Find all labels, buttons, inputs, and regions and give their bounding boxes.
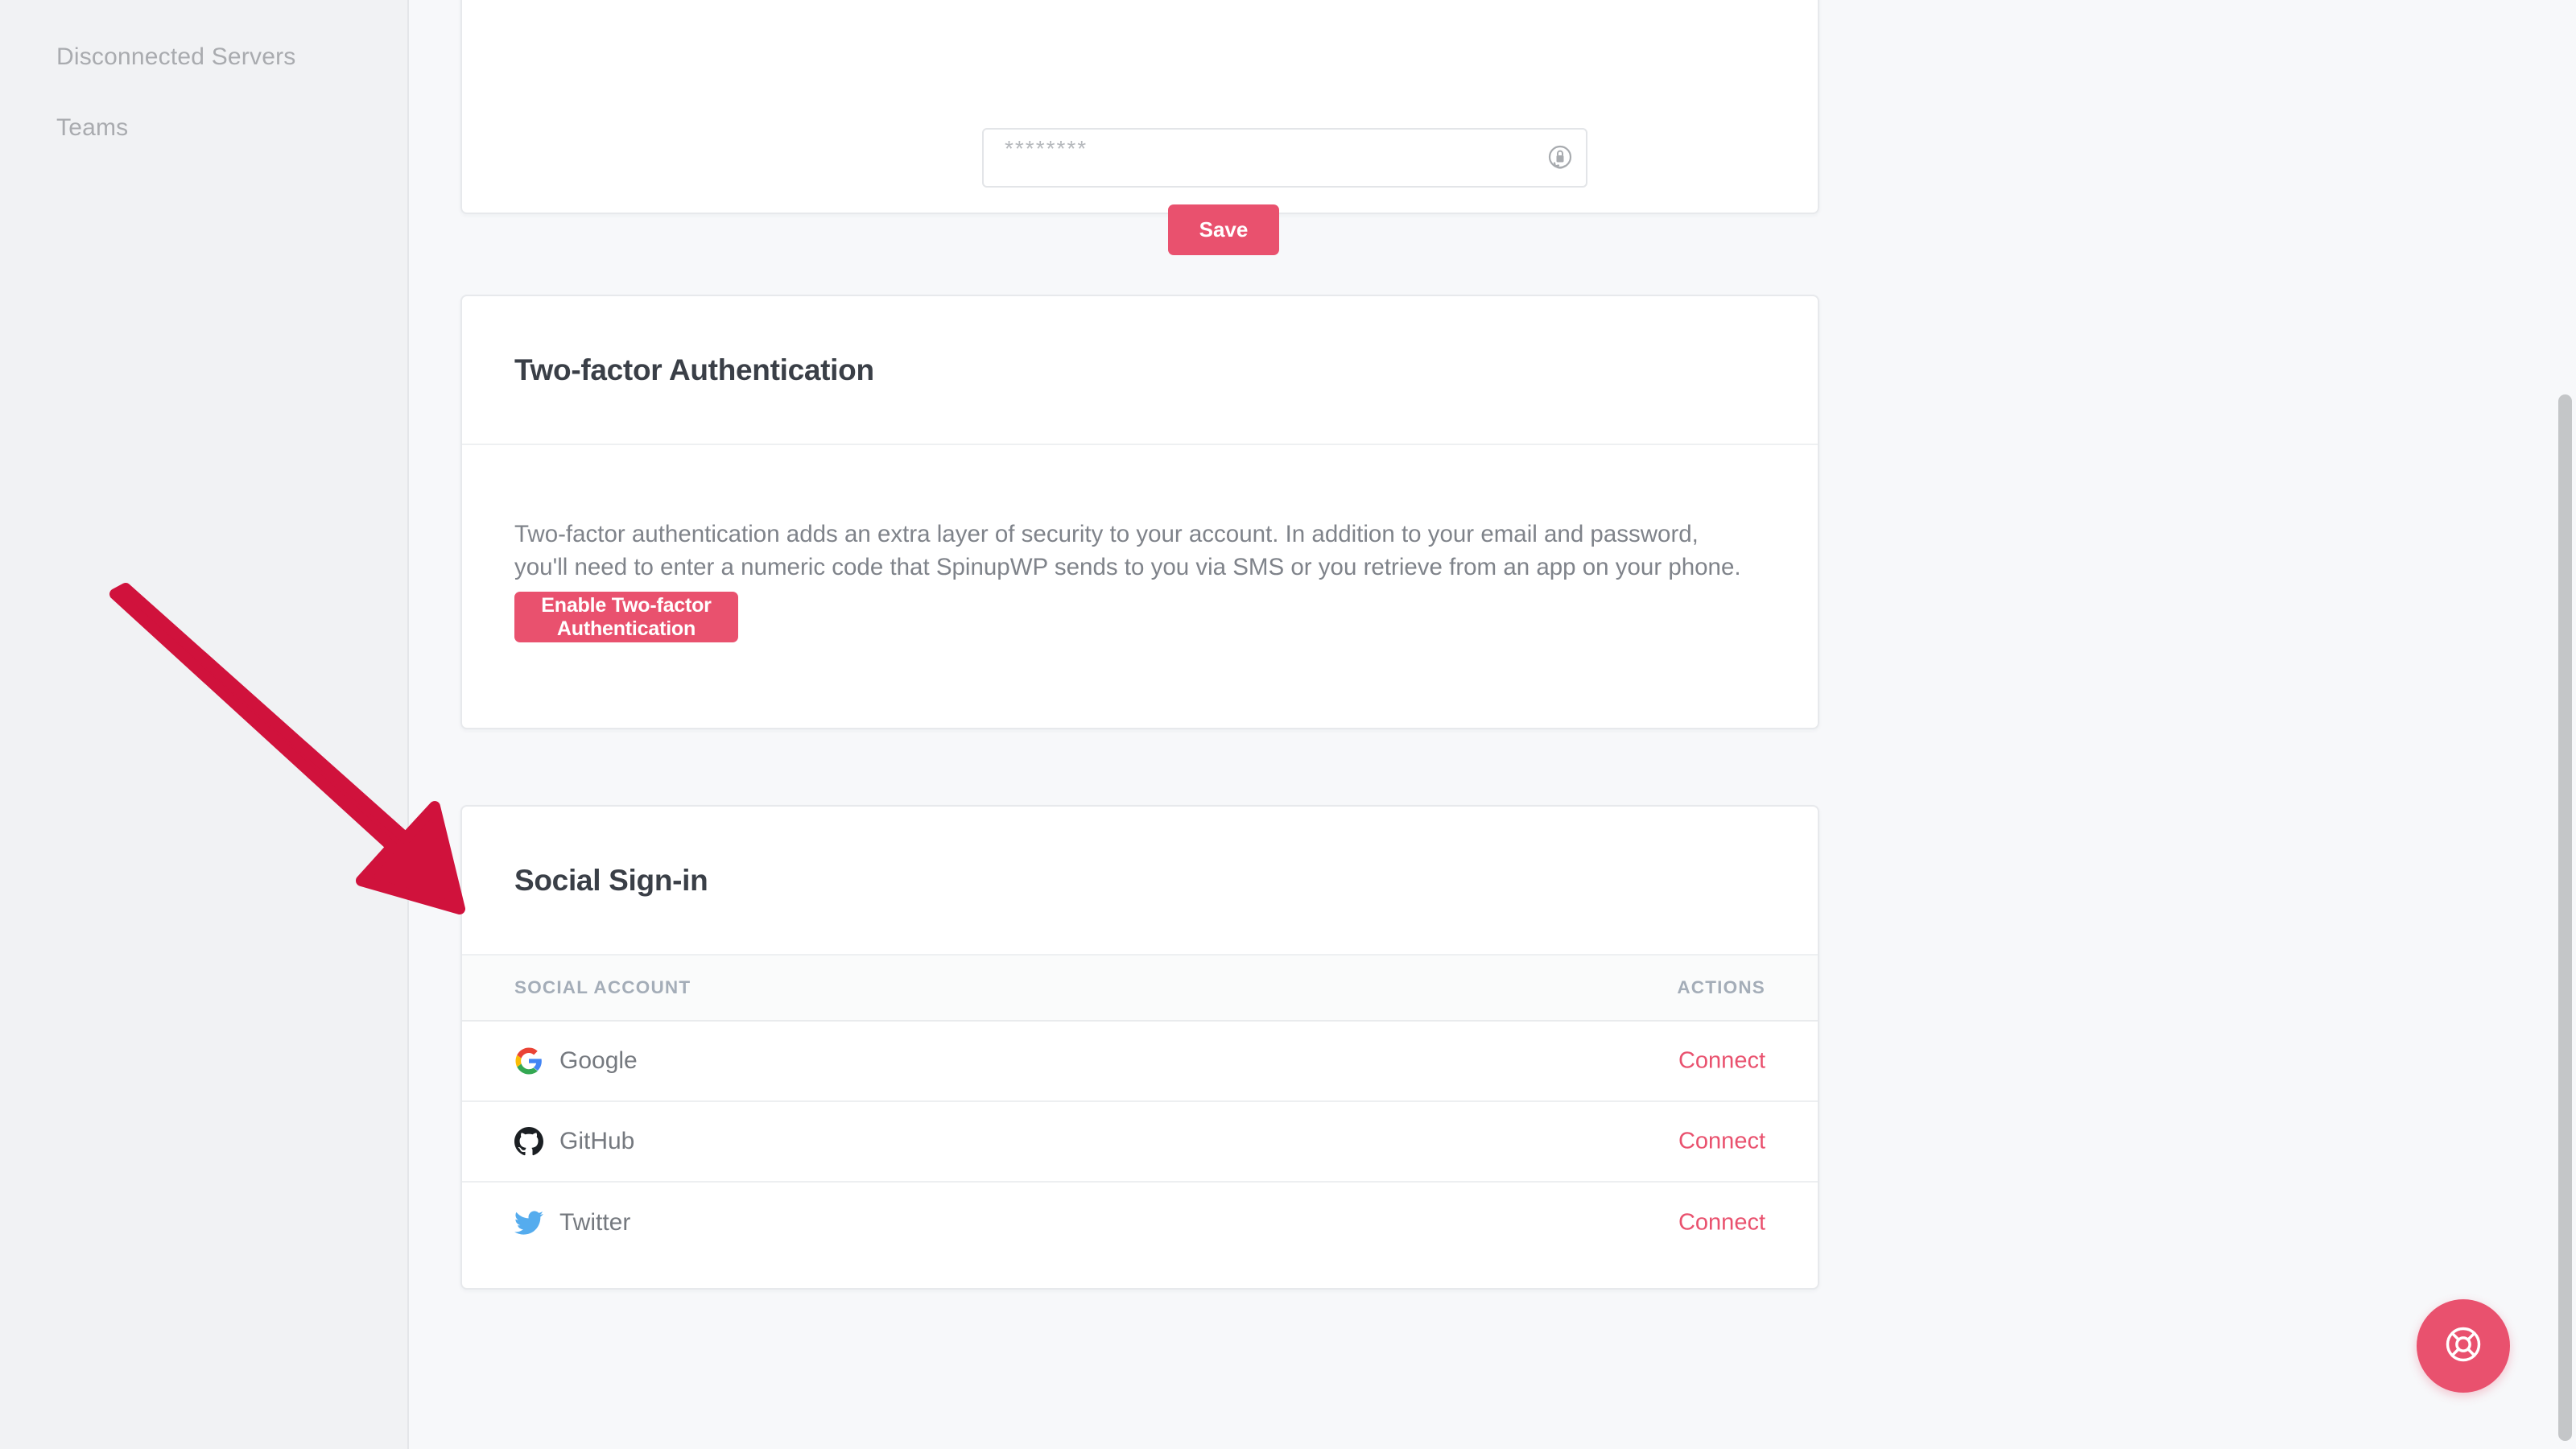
social-card-header: Social Sign-in (462, 807, 1818, 956)
social-account-cell: GitHub (514, 1127, 634, 1156)
connect-link-github[interactable]: Connect (1678, 1129, 1765, 1155)
support-button[interactable] (2417, 1299, 2510, 1393)
social-account-name: Google (559, 1047, 638, 1074)
table-row: Twitter Connect (462, 1183, 1818, 1263)
github-icon (514, 1127, 543, 1156)
password-field-wrapper[interactable]: ******** (982, 128, 1587, 188)
twitter-icon (514, 1208, 543, 1237)
social-sign-in-card: Social Sign-in SOCIAL ACCOUNT ACTIONS Go… (460, 805, 1819, 1290)
main-content: ******** Save Two-factor Authentication (411, 0, 2576, 1449)
sidebar-item-teams[interactable]: Teams (56, 114, 128, 142)
google-icon (514, 1046, 543, 1075)
two-factor-description: Two-factor authentication adds an extra … (514, 521, 1741, 580)
two-factor-card-body: Two-factor authentication adds an extra … (462, 445, 1818, 728)
enable-two-factor-authentication-button[interactable]: Enable Two-factor Authentication (514, 592, 738, 642)
vertical-scrollbar-track[interactable] (2553, 0, 2576, 1449)
connect-link-google[interactable]: Connect (1678, 1048, 1765, 1075)
save-button[interactable]: Save (1168, 204, 1279, 255)
two-factor-card-header: Two-factor Authentication (462, 296, 1818, 445)
social-account-name: GitHub (559, 1128, 635, 1154)
social-accounts-table: SOCIAL ACCOUNT ACTIONS Google Connect Gi… (462, 956, 1818, 1263)
password-lock-icon[interactable] (1546, 143, 1575, 172)
table-row: GitHub Connect (462, 1102, 1818, 1183)
social-account-cell: Google (514, 1046, 638, 1075)
two-factor-authentication-card: Two-factor Authentication Two-factor aut… (460, 295, 1819, 729)
column-header-actions: ACTIONS (1677, 977, 1765, 997)
sidebar: Disconnected Servers Teams (0, 0, 409, 1449)
connect-link-twitter[interactable]: Connect (1678, 1210, 1765, 1236)
social-account-cell: Twitter (514, 1208, 630, 1237)
lifebuoy-icon (2442, 1323, 2484, 1369)
table-row: Google Connect (462, 1022, 1818, 1102)
app-root: Disconnected Servers Teams ******** Save (0, 0, 2576, 1449)
table-header-row: SOCIAL ACCOUNT ACTIONS (462, 956, 1818, 1022)
two-factor-card-title: Two-factor Authentication (514, 353, 874, 386)
sidebar-item-disconnected-servers[interactable]: Disconnected Servers (56, 43, 295, 71)
password-card: ******** Save (460, 0, 1819, 255)
social-card-title: Social Sign-in (514, 863, 708, 897)
column-header-social-account: SOCIAL ACCOUNT (514, 977, 691, 997)
social-account-name: Twitter (559, 1209, 631, 1236)
vertical-scrollbar-thumb[interactable] (2558, 394, 2572, 1441)
password-input[interactable]: ******** (1005, 136, 1088, 162)
